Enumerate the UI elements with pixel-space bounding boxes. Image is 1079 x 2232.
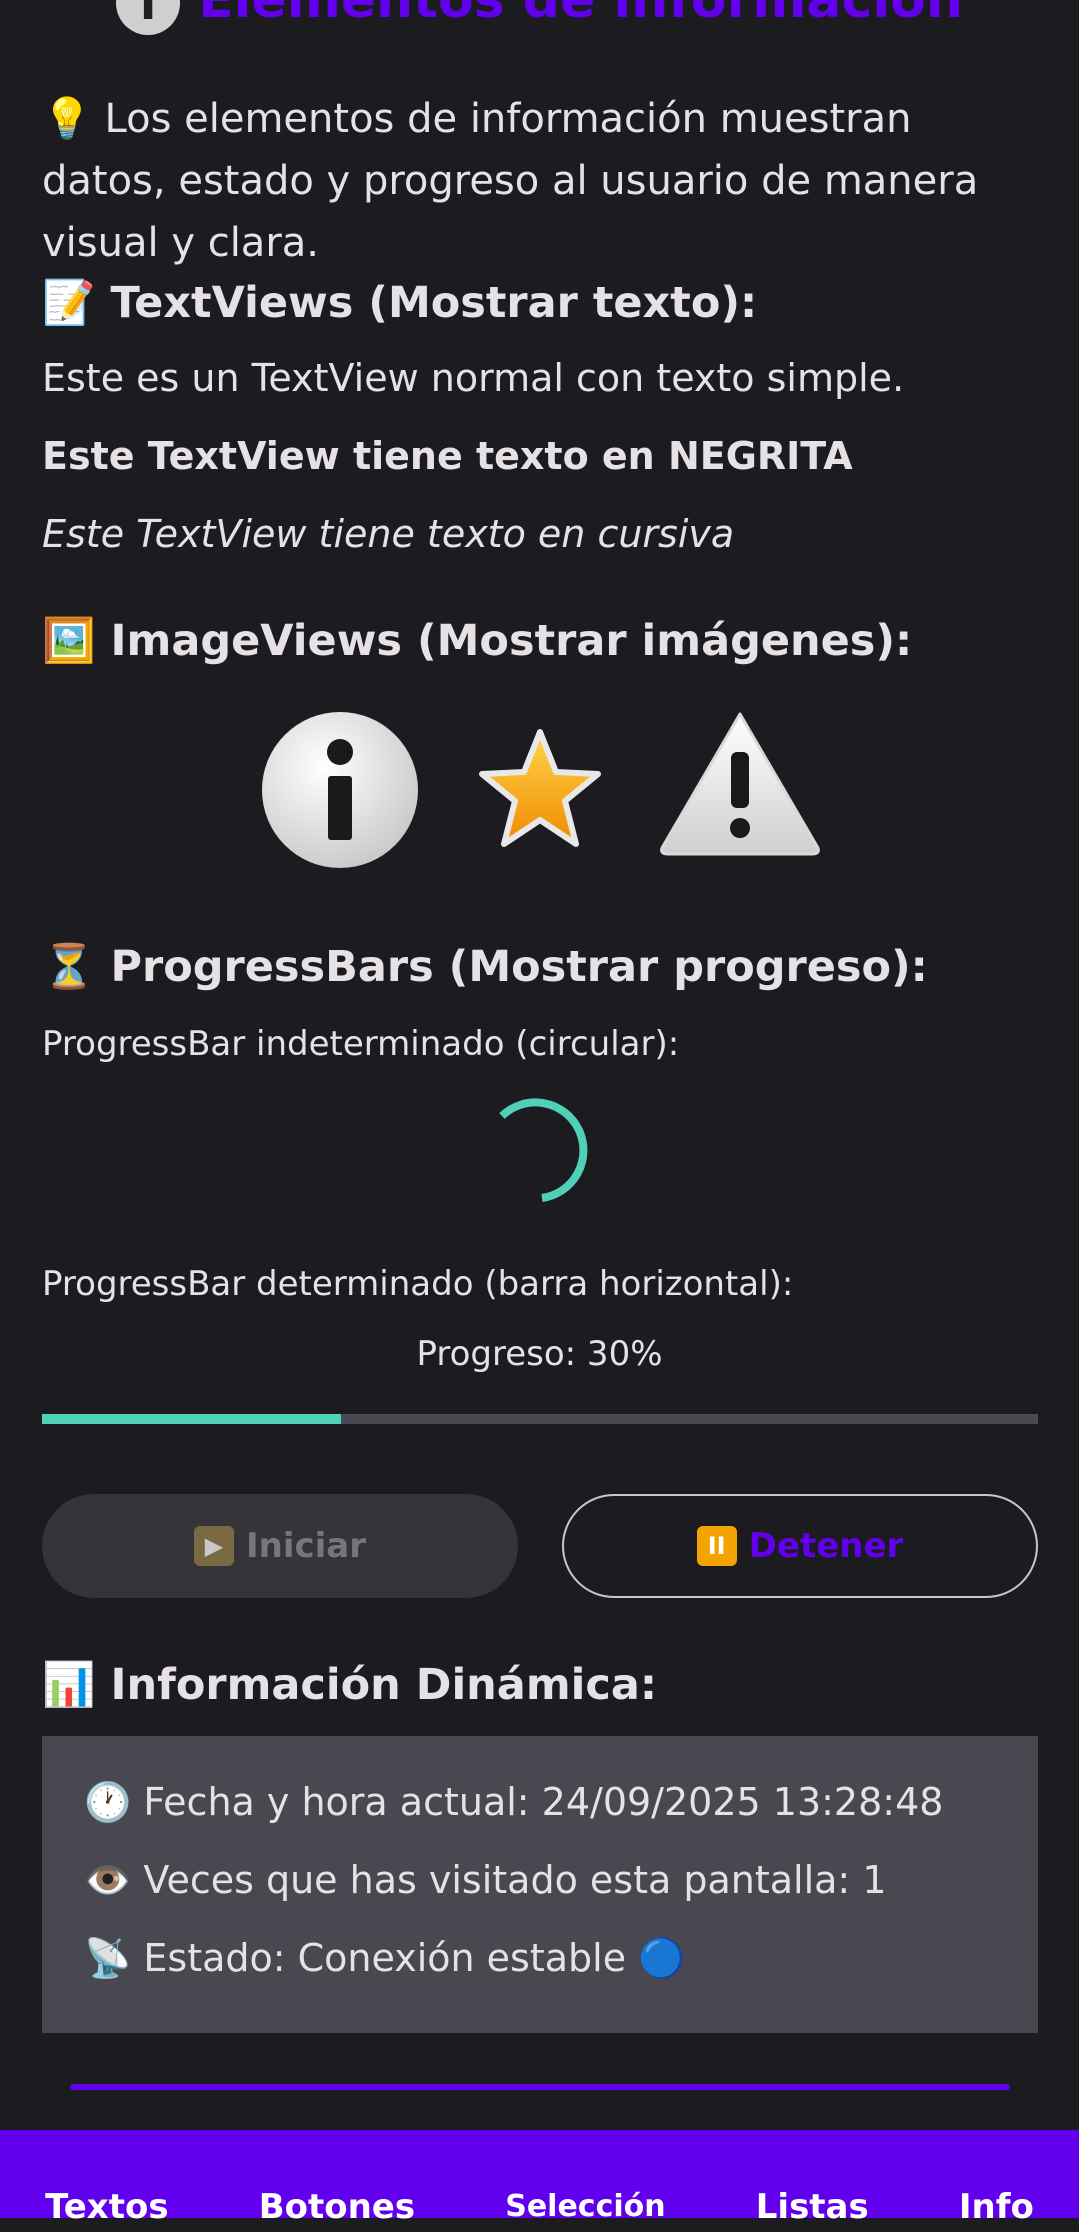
intro-text: 💡 Los elementos de información muestran …: [42, 96, 979, 266]
star-icon: [479, 729, 601, 847]
info-icon: i: [116, 0, 181, 35]
stop-button[interactable]: II Detener: [562, 1494, 1038, 1598]
datetime-text: 🕐 Fecha y hora actual: 24/09/2025 13:28:…: [84, 1780, 944, 1824]
nav-item-textos[interactable]: Textos: [45, 2182, 169, 2232]
determinate-label: ProgressBar determinado (barra horizonta…: [42, 1264, 794, 1304]
bottom-navigation: Textos Botones Selección Listas Info: [0, 2130, 1079, 2227]
nav-item-botones[interactable]: Botones: [259, 2182, 415, 2232]
page-title: i Elementos de información: [0, 0, 1079, 35]
nav-item-seleccion[interactable]: Selección: [505, 2182, 665, 2232]
nav-item-listas[interactable]: Listas: [756, 2182, 869, 2232]
page-title-text: Elementos de información: [198, 0, 963, 30]
horizontal-progress-bar: [42, 1414, 1038, 1424]
textview-italic: Este TextView tiene texto en cursiva: [42, 512, 735, 556]
stop-button-label: Detener: [748, 1526, 904, 1566]
textviews-heading: 📝 TextViews (Mostrar texto):: [42, 278, 758, 328]
start-button-label: Iniciar: [245, 1526, 367, 1566]
visits-text: 👁️ Veces que has visitado esta pantalla:…: [84, 1858, 887, 1902]
button-edge[interactable]: [70, 2084, 1010, 2090]
play-icon: ▶: [193, 1526, 234, 1566]
circular-progress-spinner: [499, 1098, 588, 1202]
progressbars-heading: ⏳ ProgressBars (Mostrar progreso):: [42, 942, 928, 992]
info-icon: [262, 712, 418, 868]
dynamic-info-card: 🕐 Fecha y hora actual: 24/09/2025 13:28:…: [42, 1736, 1038, 2033]
nav-item-info[interactable]: Info: [959, 2182, 1034, 2232]
warning-icon: [660, 712, 820, 856]
dynamic-heading: 📊 Información Dinámica:: [42, 1660, 658, 1710]
imageviews-heading: 🖼️ ImageViews (Mostrar imágenes):: [42, 616, 913, 666]
start-button[interactable]: ▶ Iniciar: [42, 1494, 518, 1598]
progress-text: Progreso: 30%: [416, 1334, 663, 1374]
textview-normal: Este es un TextView normal con texto sim…: [42, 356, 905, 400]
pause-icon: II: [696, 1526, 737, 1566]
indeterminate-label: ProgressBar indeterminado (circular):: [42, 1024, 680, 1064]
status-text: 📡 Estado: Conexión estable 🔵: [84, 1936, 686, 1980]
textview-bold: Este TextView tiene texto en NEGRITA: [42, 434, 853, 478]
progress-fill: [42, 1414, 341, 1424]
